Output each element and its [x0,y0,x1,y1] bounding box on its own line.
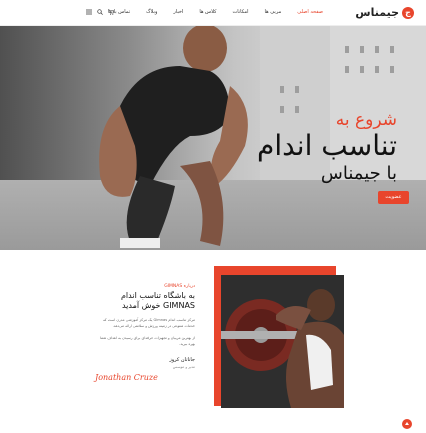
search-icon[interactable] [97,9,103,15]
hero-line-1: شروع به [335,110,397,130]
join-button[interactable]: عضویت [378,191,409,204]
window [280,86,284,93]
window [295,86,299,93]
window [375,46,379,53]
nav-item-news[interactable]: اخبار [165,9,191,15]
header-icons [86,9,114,15]
hero-headline: شروع به تناسب اندام با جیمناس [257,110,397,186]
author-role: مدیر و موسس [172,365,195,369]
site-header: ج جیمناس صفحه اصلی مربی ها امکانات کلاس … [0,0,426,26]
about-paragraph: مرکز تناسب اندام Gimnas یک مرکز آموزشی م… [102,318,195,328]
window [375,66,379,73]
cart-icon[interactable] [108,9,114,15]
athlete-photo [99,26,248,248]
logo[interactable]: ج جیمناس [355,6,414,19]
window [390,46,394,53]
window [360,66,364,73]
bodybuilder-photo [221,275,344,408]
hero-line-2: تناسب اندام [256,129,397,162]
nav-item-facilities[interactable]: امکانات [225,9,257,15]
about-paragraph: از بهترین مربیان و تجهیزات حرفه‌ای برای … [100,336,195,346]
window [345,46,349,53]
nav-item-trainers[interactable]: مربی ها [257,9,290,15]
window [390,66,394,73]
nav-item-classes[interactable]: کلاس ها [191,9,224,15]
about-tag: درباره GIMNAS [164,284,195,289]
about-section: درباره GIMNAS به باشگاه تناسب اندام GIMN… [95,284,195,382]
logo-text: جیمناس [355,6,399,19]
logo-mark: ج [402,6,414,19]
signature: Jonathan Cruze [95,373,158,382]
hero-line-3: با جیمناس [320,163,397,184]
nav-item-home[interactable]: صفحه اصلی [289,9,331,15]
menu-icon[interactable] [86,9,92,15]
window [345,66,349,73]
about-title: به باشگاه تناسب اندام GIMNAS خوش آمدید [120,291,195,310]
window [360,46,364,53]
author-name: جاناتان کروز [169,357,195,363]
nav-item-blog[interactable]: وبلاگ [138,9,165,15]
bodybuilder-illustration [221,275,344,408]
hero-banner: شروع به تناسب اندام با جیمناس [0,26,426,250]
main-nav: صفحه اصلی مربی ها امکانات کلاس ها اخبار … [100,9,331,15]
scroll-to-top-button[interactable] [402,419,412,429]
